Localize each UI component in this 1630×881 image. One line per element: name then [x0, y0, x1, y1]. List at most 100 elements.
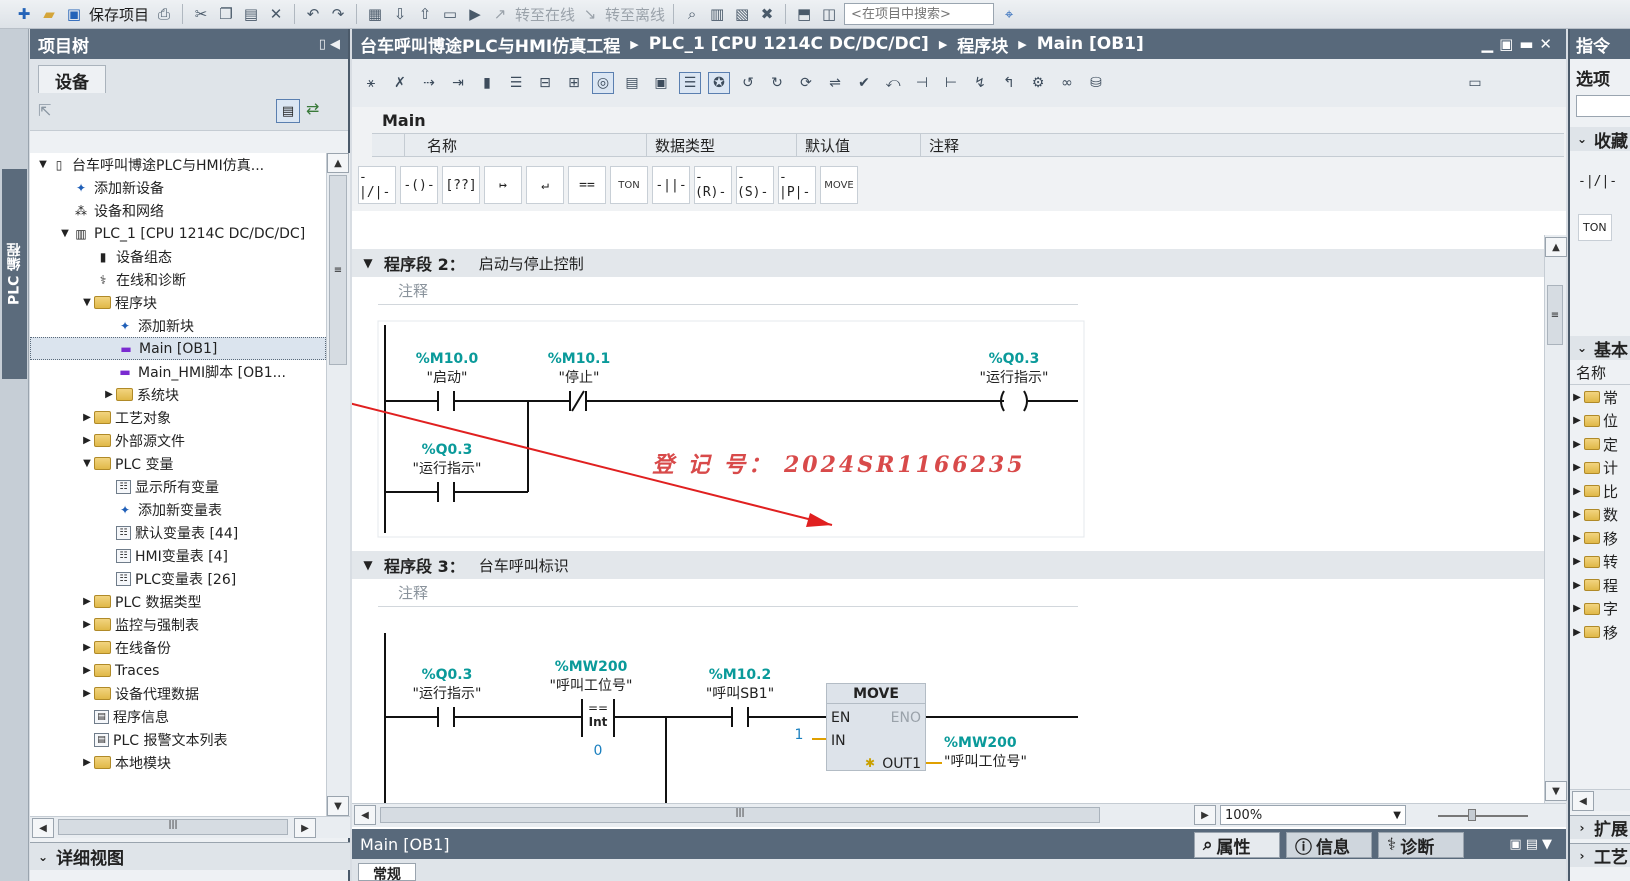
tree-item[interactable]: ▶ 工艺对象: [30, 406, 326, 429]
ladder-instruction-button[interactable]: -||-: [652, 166, 690, 204]
compare-value[interactable]: 0: [578, 743, 618, 759]
scroll-right-icon[interactable]: ▶: [294, 818, 316, 838]
simulation-icon[interactable]: ▭: [440, 4, 460, 24]
coil-run-right[interactable]: [1023, 390, 1028, 412]
goto-next-error-icon[interactable]: ↻: [766, 72, 788, 94]
move-in-value[interactable]: 1: [792, 727, 806, 743]
tab-diagnostics[interactable]: ⚕ 诊断: [1378, 832, 1464, 858]
expand-down-icon[interactable]: ▼: [80, 458, 94, 469]
instruction-folder[interactable]: ▶ 字: [1570, 597, 1630, 621]
favorites-section[interactable]: ⌄ 收藏: [1570, 127, 1630, 152]
insert-row-icon[interactable]: ⇢: [418, 72, 440, 94]
right-hscrollbar[interactable]: ◀: [1570, 789, 1630, 811]
undo-icon[interactable]: ↶: [303, 4, 323, 24]
scroll-up-icon[interactable]: ▲: [1545, 237, 1567, 257]
hscroll-thumb[interactable]: |||: [58, 819, 288, 835]
network-3-title[interactable]: 台车呼叫标识: [479, 555, 569, 576]
accessible-devices-icon[interactable]: ⌕: [682, 4, 702, 24]
delete-icon[interactable]: ✕: [266, 4, 286, 24]
save-project-icon[interactable]: ▣: [64, 4, 84, 24]
scroll-down-icon[interactable]: ▼: [327, 796, 349, 816]
show-favorites-icon[interactable]: ☰: [679, 72, 701, 94]
download-icon[interactable]: ⇩: [390, 4, 410, 24]
tree-item[interactable]: ▶ 监控与强制表: [30, 613, 326, 636]
delete-network-icon[interactable]: ✗: [389, 72, 411, 94]
breadcrumb-project[interactable]: 台车呼叫博途PLC与HMI仿真工程: [360, 32, 620, 57]
zoom-select[interactable]: 100% ▼: [1220, 805, 1406, 825]
tree-item[interactable]: ▼ 程序块: [30, 291, 326, 314]
instruction-folder[interactable]: ▶ 计: [1570, 456, 1630, 480]
hscroll-thumb[interactable]: |||: [380, 807, 1100, 823]
tree-item[interactable]: ▶ 外部源文件: [30, 429, 326, 452]
ladder-instruction-button[interactable]: -|P|-: [778, 166, 816, 204]
expand-down-icon[interactable]: ▼: [58, 228, 72, 239]
ladder-instruction-button[interactable]: -()-: [400, 166, 438, 204]
tree-item[interactable]: ☷ 显示所有变量: [30, 475, 326, 498]
tree-item[interactable]: ✦ 添加新块: [30, 314, 326, 337]
tree-item[interactable]: ▤ PLC 报警文本列表: [30, 728, 326, 751]
tab-devices[interactable]: 设备: [38, 65, 106, 95]
fav-no-contact[interactable]: -|/|-: [1570, 169, 1630, 193]
scroll-up-icon[interactable]: ▲: [327, 153, 349, 173]
tree-item[interactable]: ✦ 添加新变量表: [30, 498, 326, 521]
favorites-icon[interactable]: ▣: [650, 72, 672, 94]
instruction-folder[interactable]: ▶ 定: [1570, 432, 1630, 456]
monitor-tag-icon[interactable]: ▮: [476, 72, 498, 94]
online-monitor-icon[interactable]: ⚙: [1027, 72, 1049, 94]
copy-icon[interactable]: ❐: [216, 4, 236, 24]
tree-item[interactable]: ▶ PLC 数据类型: [30, 590, 326, 613]
ladder-instruction-button[interactable]: -(R)-: [694, 166, 732, 204]
detail-view-header[interactable]: ⌄ 详细视图: [30, 842, 350, 870]
scroll-thumb[interactable]: ≡: [329, 175, 347, 365]
zoom-slider[interactable]: [1438, 815, 1528, 817]
instruction-folder[interactable]: ▶ 转: [1570, 550, 1630, 574]
expand-right-icon[interactable]: ▶: [80, 642, 94, 653]
tree-item[interactable]: ▶ Traces: [30, 659, 326, 682]
panel-controls-icon[interactable]: ▣▤▼: [1509, 837, 1556, 852]
tree-item[interactable]: ☷ 默认变量表 [44]: [30, 521, 326, 544]
tree-item[interactable]: ✦ 添加新设备: [30, 176, 326, 199]
expand-right-icon[interactable]: ▶: [80, 757, 94, 768]
tree-horizontal-scrollbar[interactable]: ◀ ||| ▶: [30, 816, 350, 838]
overview-icon[interactable]: ▤: [276, 99, 300, 123]
network-3-comment[interactable]: 注释: [378, 579, 1078, 607]
instruction-folder[interactable]: ▶ 比: [1570, 479, 1630, 503]
scroll-left-icon[interactable]: ◀: [354, 805, 376, 825]
compile-icon[interactable]: ▦: [365, 4, 385, 24]
consistency-icon[interactable]: ✔: [853, 72, 875, 94]
instruction-folder[interactable]: ▶ 常: [1570, 385, 1630, 409]
instruction-folder[interactable]: ▶ 程: [1570, 573, 1630, 597]
new-project-icon[interactable]: ✚: [14, 4, 34, 24]
refresh-icon[interactable]: ⇄: [306, 99, 319, 118]
rung-icon[interactable]: ⊣: [911, 72, 933, 94]
redo-icon[interactable]: ↷: [328, 4, 348, 24]
reset-start-icon[interactable]: ☰: [505, 72, 527, 94]
move-block[interactable]: MOVE EN ENO IN ✱ OUT1: [826, 683, 926, 772]
expand-right-icon[interactable]: ▶: [80, 665, 94, 676]
close-all-icon[interactable]: ✖: [757, 4, 777, 24]
ladder-instruction-button[interactable]: ==: [568, 166, 606, 204]
insert-network-icon[interactable]: ⚹: [360, 72, 382, 94]
expand-right-icon[interactable]: ▶: [80, 596, 94, 607]
go-offline-icon[interactable]: ↘: [580, 4, 600, 24]
tree-item[interactable]: ▼ ▯ 台车呼叫博途PLC与HMI仿真...: [30, 153, 326, 176]
tree-item[interactable]: ⚕ 在线和诊断: [30, 268, 326, 291]
project-search-input[interactable]: [844, 3, 995, 25]
save-project-button[interactable]: 保存项目: [89, 4, 149, 25]
close-all-networks-icon[interactable]: ⊞: [563, 72, 585, 94]
ladder-instruction-button[interactable]: TON: [610, 166, 648, 204]
append-row-icon[interactable]: ⇥: [447, 72, 469, 94]
branch-icon[interactable]: ⊢: [940, 72, 962, 94]
tree-item[interactable]: ▶ 在线备份: [30, 636, 326, 659]
open-branch-icon[interactable]: ↯: [969, 72, 991, 94]
scroll-right-icon[interactable]: ▶: [1194, 805, 1216, 825]
breadcrumb-plc[interactable]: PLC_1 [CPU 1214C DC/DC/DC]: [649, 34, 929, 54]
scroll-left-icon[interactable]: ◀: [1572, 791, 1594, 811]
tree-item[interactable]: ▮ 设备组态: [30, 245, 326, 268]
go-online-icon[interactable]: ↗: [490, 4, 510, 24]
ladder-instruction-button[interactable]: [??]: [442, 166, 480, 204]
expand-right-icon[interactable]: ▶: [80, 619, 94, 630]
tree-item[interactable]: ▬ Main_HMI脚本 [OB1...: [30, 360, 326, 383]
goto-previous-error-icon[interactable]: ↺: [737, 72, 759, 94]
plc-programming-tab[interactable]: PLC 编程: [2, 169, 27, 379]
